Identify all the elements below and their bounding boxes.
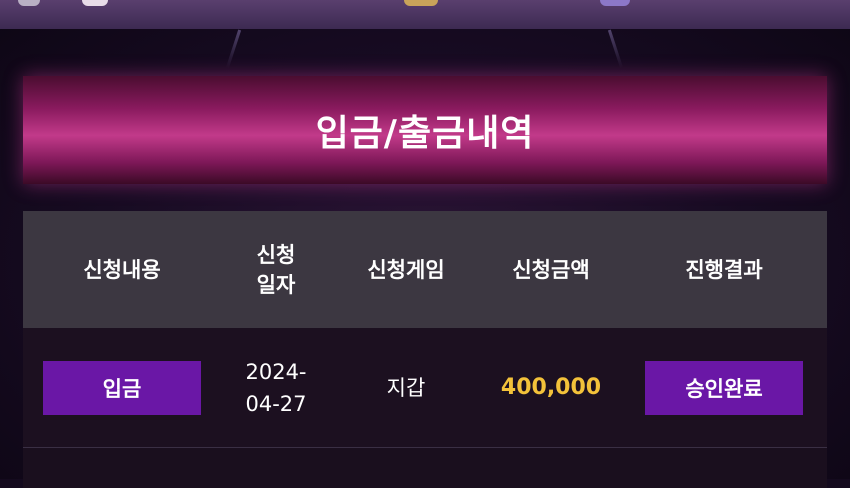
cell-game: 지갑 bbox=[331, 372, 481, 404]
cell-amount: 400,000 bbox=[481, 375, 621, 400]
wallet-icon[interactable] bbox=[404, 0, 438, 6]
game-value: 지갑 bbox=[386, 375, 426, 400]
header-amount-label: 신청금액 bbox=[512, 257, 590, 282]
table-row[interactable]: 입금 2024- 04-27 지갑 400,000 승인완료 bbox=[23, 328, 827, 448]
header-date-line2: 일자 bbox=[256, 272, 296, 297]
table-next-row-area bbox=[23, 448, 827, 488]
cell-date: 2024- 04-27 bbox=[221, 356, 331, 420]
title-banner: 입금/출금내역 bbox=[23, 76, 827, 184]
page-title: 입금/출금내역 bbox=[315, 113, 535, 154]
header-type: 신청내용 bbox=[23, 255, 221, 285]
title-banner-panel: 입금/출금내역 bbox=[23, 76, 827, 184]
avatar-icon[interactable] bbox=[82, 0, 108, 6]
cell-result: 승인완료 bbox=[621, 360, 827, 415]
trophy-icon[interactable] bbox=[600, 0, 630, 6]
header-result-label: 진행결과 bbox=[685, 257, 763, 282]
type-badge: 입금 bbox=[43, 360, 201, 415]
header-amount: 신청금액 bbox=[481, 255, 621, 285]
header-game-label: 신청게임 bbox=[367, 257, 445, 282]
header-game: 신청게임 bbox=[331, 255, 481, 285]
table-header: 신청내용 신청 일자 신청게임 신청금액 진행결과 bbox=[23, 211, 827, 328]
date-line1: 2024- bbox=[245, 359, 307, 384]
cell-type: 입금 bbox=[23, 360, 221, 415]
result-badge: 승인완료 bbox=[645, 360, 803, 415]
top-navigation-bar bbox=[0, 0, 850, 29]
header-type-label: 신청내용 bbox=[83, 257, 161, 282]
menu-icon[interactable] bbox=[18, 0, 40, 6]
history-table: 신청내용 신청 일자 신청게임 신청금액 진행결과 입금 2024- 04-27… bbox=[23, 211, 827, 488]
header-date-line1: 신청 bbox=[256, 242, 296, 267]
date-line2: 04-27 bbox=[245, 391, 307, 416]
header-result: 진행결과 bbox=[621, 255, 827, 285]
header-date: 신청 일자 bbox=[221, 240, 331, 300]
amount-value: 400,000 bbox=[500, 375, 602, 400]
